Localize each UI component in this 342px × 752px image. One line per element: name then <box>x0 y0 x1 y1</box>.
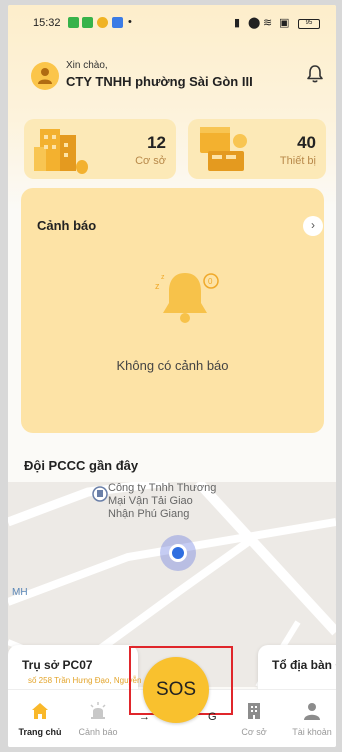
nav-facilities[interactable]: Cơ sở <box>226 690 282 747</box>
device-label: Thiết bị <box>279 155 316 167</box>
avatar[interactable] <box>31 62 59 90</box>
dot-icon: • <box>128 16 132 28</box>
nav-label: Cảnh báo <box>78 727 118 737</box>
station-name: Trụ sở PC07 <box>22 658 93 672</box>
nav-label: Tài khoản <box>292 727 332 737</box>
home-icon <box>32 703 48 719</box>
wifi-icon: ≋ <box>263 17 273 29</box>
building-illustration-icon <box>34 129 88 174</box>
nearby-stations-title: Đội PCCC gần đây <box>24 458 139 473</box>
nav-home[interactable]: Trang chủ <box>12 690 68 747</box>
alert-more-button[interactable]: › <box>303 216 323 236</box>
app-notification-icon <box>68 17 79 28</box>
device-count: 40 <box>297 133 316 152</box>
device-card[interactable]: 40 Thiết bị <box>188 119 326 179</box>
alert-empty-text: Không có cảnh báo <box>116 358 229 373</box>
alert-title: Cảnh báo <box>37 218 97 233</box>
svg-text:z: z <box>155 281 160 291</box>
svg-text:0: 0 <box>208 277 213 286</box>
facility-count: 12 <box>147 133 166 152</box>
nav-label: Cơ sở <box>241 727 267 737</box>
sos-extra-label: G <box>208 711 217 723</box>
station-address: số 258 Trần Hưng Đạo, Nguyễn <box>28 676 142 685</box>
bell-icon <box>307 65 323 83</box>
app-notification-icon <box>112 17 123 28</box>
app-screen: 15:32 • ▮ ⬤ ≋ ▣ 95 Xin chào, CTY TNHH ph… <box>8 5 336 747</box>
location-icon: ⬤ <box>248 17 261 29</box>
company-name: CTY TNHH phường Sài Gòn III <box>66 74 253 89</box>
facility-label: Cơ sở <box>135 155 166 167</box>
notification-button[interactable] <box>305 64 325 84</box>
vibrate-icon: ▮ <box>234 17 241 29</box>
user-icon <box>38 68 52 84</box>
map-poi-label: Công ty Tnhh Thương Mại Vận Tải Giao Nhậ… <box>108 482 216 521</box>
status-bar: 15:32 • ▮ ⬤ ≋ ▣ 95 <box>8 5 336 41</box>
nav-label: Trang chủ <box>18 727 62 737</box>
device-illustration-icon <box>200 127 247 171</box>
map-poi-line: Nhận Phú Giang <box>108 508 190 520</box>
sos-button[interactable]: SOS <box>143 657 209 723</box>
user-icon <box>304 703 320 720</box>
siren-icon <box>90 702 106 719</box>
app-notification-icon <box>97 17 108 28</box>
map-poi-line: Công ty Tnhh Thương <box>108 482 217 494</box>
svg-text:z: z <box>161 274 165 281</box>
sim-icon: ▣ <box>279 17 290 29</box>
nav-account[interactable]: Tài khoản <box>284 690 336 747</box>
app-notification-icon <box>82 17 93 28</box>
battery-icon: 95 <box>298 19 320 29</box>
sleeping-bell-icon: z z 0 <box>155 273 219 323</box>
greeting-text: Xin chào, <box>66 60 108 71</box>
station-name: Tổ địa bàn C <box>272 658 336 672</box>
nav-alerts[interactable]: Cảnh báo <box>70 690 126 747</box>
facility-card[interactable]: 12 Cơ sở <box>24 119 176 179</box>
map-edge-label: MH <box>12 587 28 598</box>
status-time: 15:32 <box>33 17 61 29</box>
device-frame: 15:32 • ▮ ⬤ ≋ ▣ 95 Xin chào, CTY TNHH ph… <box>0 0 342 752</box>
map-poi-line: Mại Vận Tải Giao <box>108 495 193 507</box>
arrow-icon: → <box>139 711 150 723</box>
current-location-marker <box>160 535 196 571</box>
building-icon <box>248 703 260 719</box>
alert-panel: Cảnh báo › z z 0 Không có cảnh báo <box>21 188 324 433</box>
chevron-right-icon: › <box>311 218 315 232</box>
